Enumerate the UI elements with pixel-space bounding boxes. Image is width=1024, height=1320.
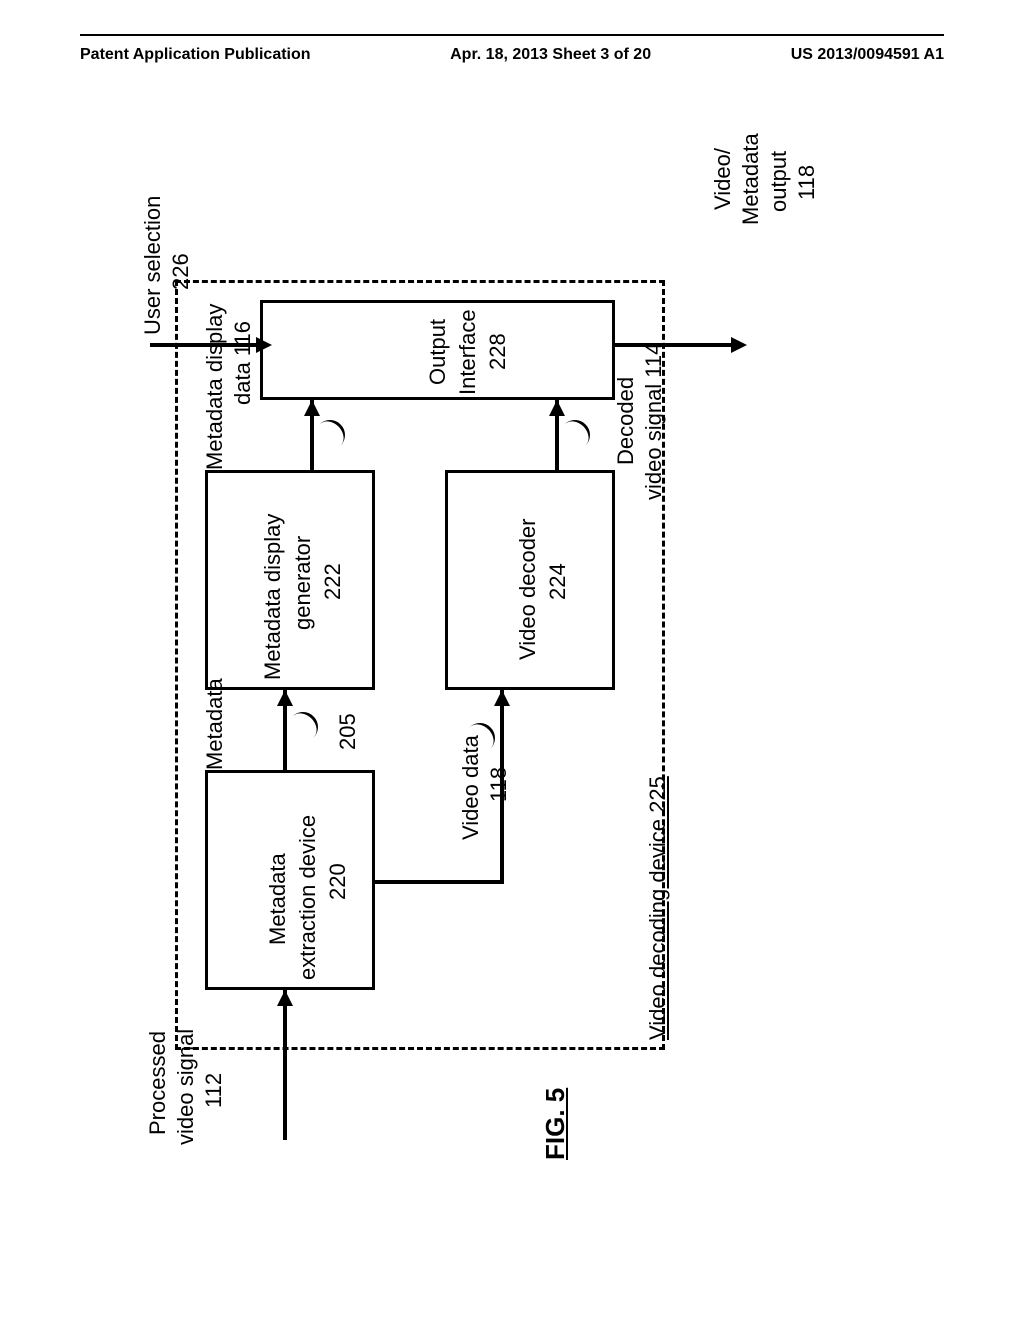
arrowhead-user-selection bbox=[256, 337, 272, 353]
label-processed-num: 112 bbox=[201, 1073, 227, 1108]
label-decoded-l1: Decoded bbox=[613, 377, 639, 465]
metadata-display-gen-l2: generator bbox=[290, 536, 316, 630]
arrow-output bbox=[615, 343, 735, 347]
arrowhead-video-data bbox=[494, 690, 510, 706]
video-decoder-num: 224 bbox=[545, 563, 571, 600]
arrowhead-metadata-display-data bbox=[304, 400, 320, 416]
label-user-selection-num: 226 bbox=[168, 253, 194, 290]
metadata-extraction-l2: extraction device bbox=[295, 815, 321, 980]
metadata-display-gen-num: 222 bbox=[320, 563, 346, 600]
label-processed-l2: video signal bbox=[173, 1029, 199, 1145]
metadata-extraction-num: 220 bbox=[325, 863, 351, 900]
label-video-data-l1: Video data bbox=[458, 735, 484, 840]
label-user-selection-l1: User selection bbox=[140, 196, 166, 335]
line-video-data-v1 bbox=[373, 880, 503, 884]
arrowhead-processed-in bbox=[277, 990, 293, 1006]
arrowhead-output bbox=[731, 337, 747, 353]
metadata-display-gen-l1: Metadata display bbox=[260, 514, 286, 680]
page: Patent Application Publication Apr. 18, … bbox=[0, 0, 1024, 1320]
diagram-canvas: Video decoding device 225 Metadata extra… bbox=[0, 0, 1024, 1320]
arrowhead-metadata bbox=[277, 690, 293, 706]
label-output-l3: output bbox=[766, 151, 792, 212]
output-interface-l2: Interface bbox=[455, 309, 481, 395]
label-output-l2: Metadata bbox=[738, 133, 764, 225]
arrow-processed-in bbox=[283, 990, 287, 1140]
label-output-num: 118 bbox=[794, 165, 820, 200]
label-video-data-num: 118 bbox=[486, 767, 512, 802]
label-output-l1: Video/ bbox=[710, 148, 736, 210]
arrowhead-decoded bbox=[549, 400, 565, 416]
label-metadata-num: 205 bbox=[335, 713, 361, 750]
figure-label: FIG. 5 bbox=[540, 1088, 571, 1160]
output-interface-num: 228 bbox=[485, 333, 511, 370]
label-mdd-l1: Metadata display bbox=[202, 304, 228, 470]
container-label: Video decoding device 225 bbox=[645, 776, 671, 1040]
metadata-extraction-l1: Metadata bbox=[265, 853, 291, 945]
label-mdd-l2: data 116 bbox=[230, 321, 256, 405]
label-metadata-l1: Metadata bbox=[202, 678, 228, 770]
label-decoded-l2: video signal 114 bbox=[641, 343, 667, 500]
label-processed-l1: Processed bbox=[145, 1031, 171, 1135]
video-decoder-l1: Video decoder bbox=[515, 519, 541, 661]
output-interface-l1: Output bbox=[425, 319, 451, 385]
